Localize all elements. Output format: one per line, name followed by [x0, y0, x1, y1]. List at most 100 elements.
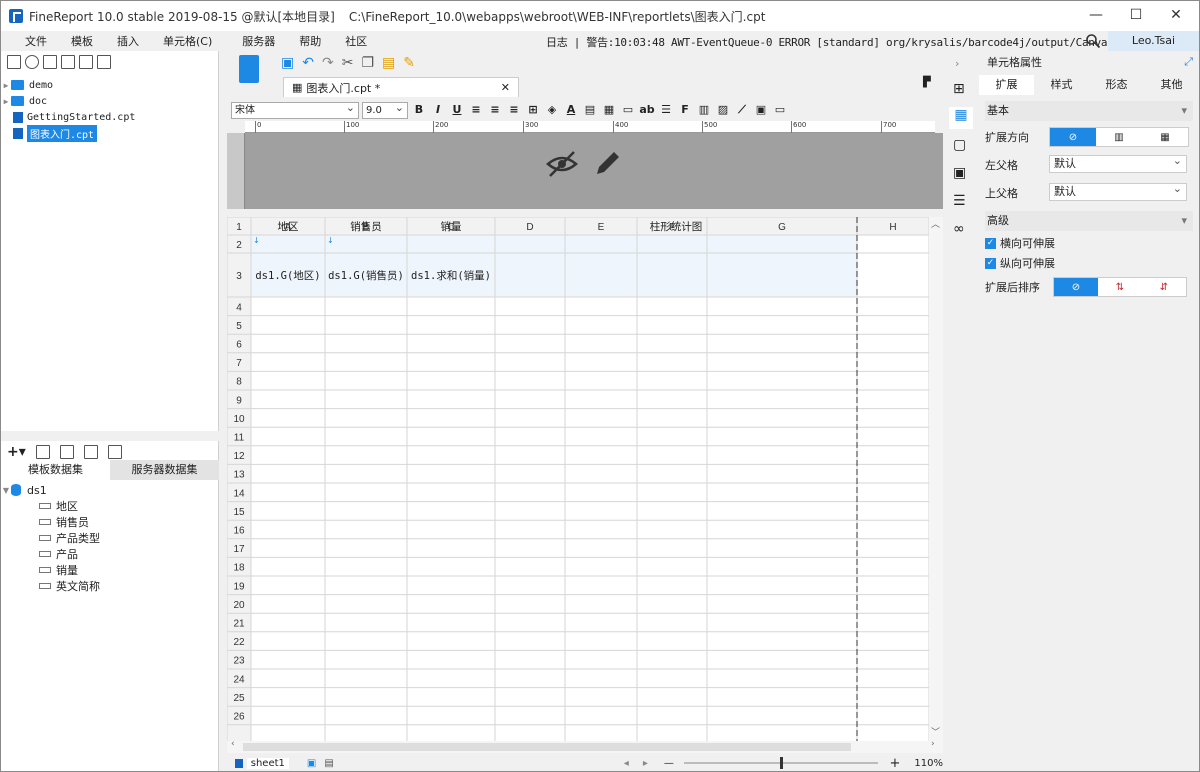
font-family-select[interactable]: 宋体	[231, 100, 359, 119]
more-insert-icon[interactable]: ▭	[772, 102, 788, 118]
copy-icon[interactable]: ❐	[361, 55, 374, 71]
row-header-12[interactable]: 12	[233, 451, 245, 462]
dataset-ds1[interactable]: ▼ ds1	[1, 482, 219, 498]
slash-icon[interactable]: ⟋	[734, 102, 750, 118]
sort-asc-icon[interactable]: ⇅	[1098, 278, 1142, 296]
column-header-D[interactable]: D	[526, 222, 533, 233]
cell-a1[interactable]: 地区	[278, 220, 299, 233]
collapse-arrow-icon[interactable]: ▼	[1, 486, 11, 495]
text-ab-icon[interactable]: ab	[639, 102, 655, 118]
menu-help[interactable]: 帮助	[287, 33, 333, 49]
edit-icon[interactable]	[35, 445, 50, 459]
row-header-14[interactable]: 14	[233, 488, 245, 499]
row-header-23[interactable]: 23	[233, 656, 245, 667]
row-header-15[interactable]: 15	[233, 507, 245, 518]
menu-server[interactable]: 服务器	[224, 33, 287, 49]
menu-community[interactable]: 社区	[333, 33, 379, 49]
tab-template-dataset[interactable]: 模板数据集	[1, 460, 110, 480]
row-header-10[interactable]: 10	[233, 414, 245, 425]
redo-icon[interactable]: ↷	[322, 55, 334, 71]
field-item[interactable]: 产品	[1, 546, 219, 562]
row-header-25[interactable]: 25	[233, 693, 245, 704]
add-poly-sheet-icon[interactable]: ▤	[324, 758, 333, 769]
expand-arrow-icon[interactable]: ▶	[1, 97, 11, 106]
cell-d1[interactable]: 柱形统计图	[650, 220, 703, 233]
insert-text-icon[interactable]: ▭	[620, 102, 636, 118]
horizontal-expand-icon[interactable]: ▦	[1142, 128, 1188, 146]
preview-icon[interactable]	[83, 445, 98, 459]
vertical-scrollbar[interactable]: ︿ ﹀	[929, 217, 943, 741]
scroll-left-icon[interactable]: ‹	[231, 739, 235, 749]
row-header-21[interactable]: 21	[233, 619, 245, 630]
row-header-6[interactable]: 6	[236, 340, 242, 351]
collapse-icon[interactable]	[97, 55, 111, 69]
tab-server-dataset[interactable]: 服务器数据集	[110, 460, 219, 480]
new-file-icon[interactable]	[7, 55, 21, 69]
field-item[interactable]: 销量	[1, 562, 219, 578]
row-header-22[interactable]: 22	[233, 637, 245, 648]
advanced-section[interactable]: 高级	[985, 211, 1193, 231]
hyperlink-icon[interactable]: ∞	[953, 221, 965, 237]
rich-text-icon[interactable]: ☰	[658, 102, 674, 118]
tab-form[interactable]: 形态	[1089, 75, 1144, 95]
scroll-thumb[interactable]	[243, 743, 851, 751]
row-header-16[interactable]: 16	[233, 526, 245, 537]
condition-attr-icon[interactable]: ☰	[953, 193, 966, 209]
column-header-H[interactable]: H	[889, 222, 896, 233]
no-expand-icon[interactable]: ⊘	[1050, 128, 1096, 146]
field-item[interactable]: 英文简称	[1, 578, 219, 594]
left-splitter[interactable]	[219, 51, 227, 771]
spreadsheet-grid[interactable]: A B C D E F G H 1 2 3 4 5 6 7 8 9 10 11 12 13 14 15 16 17 18 19 20 2…	[226, 216, 943, 744]
float-element-icon[interactable]: ▢	[953, 137, 966, 153]
format-painter-icon[interactable]: ✎	[403, 55, 415, 71]
log-message[interactable]: 日志 | 警告:10:03:48 AWT-EventQueue-0 ERROR …	[546, 34, 1164, 50]
row-header-24[interactable]: 24	[233, 674, 245, 685]
refresh-icon[interactable]	[25, 55, 39, 69]
cell-b2[interactable]: ds1.G(销售员)	[328, 269, 404, 282]
expand-arrow-icon[interactable]: ▶	[1, 81, 11, 90]
align-center-icon[interactable]: ≡	[487, 102, 503, 118]
server-dataset-icon[interactable]	[107, 445, 122, 459]
zoom-out-icon[interactable]: —	[664, 758, 674, 769]
search-icon[interactable]	[1085, 33, 1101, 49]
merge-cell-icon[interactable]: ▤	[582, 102, 598, 118]
zoom-slider[interactable]	[683, 757, 878, 769]
tab-style[interactable]: 样式	[1034, 75, 1089, 95]
unmerge-cell-icon[interactable]: ▦	[601, 102, 617, 118]
align-right-icon[interactable]: ≡	[506, 102, 522, 118]
template-icon[interactable]	[239, 55, 259, 83]
border-icon[interactable]: ⊞	[525, 102, 541, 118]
horizontal-extend-checkbox[interactable]: ✓	[985, 237, 996, 249]
column-header-G[interactable]: G	[778, 222, 786, 233]
user-name[interactable]: Leo.Tsai	[1108, 31, 1199, 51]
grid-svg[interactable]: A B C D E F G H12345678910111213141516171819202…	[226, 216, 930, 744]
row-header-19[interactable]: 19	[233, 581, 245, 592]
cell-b1[interactable]: 销售员	[350, 220, 382, 233]
row-header-11[interactable]: 11	[234, 433, 245, 444]
next-sheet-icon[interactable]: ▸	[643, 758, 648, 769]
edit-pencil-icon[interactable]	[593, 148, 623, 178]
locate-icon[interactable]	[61, 55, 75, 69]
menu-insert[interactable]: 插入	[105, 33, 151, 49]
row-header-1[interactable]: 1	[236, 222, 242, 233]
menu-template[interactable]: 模板	[59, 33, 105, 49]
tree-item-chart-intro[interactable]: 图表入门.cpt	[1, 124, 218, 142]
vertical-extend-row[interactable]: ✓ 纵向可伸展	[985, 255, 1193, 271]
menu-cell[interactable]: 单元格(C)	[151, 33, 224, 49]
row-header-20[interactable]: 20	[233, 600, 245, 611]
top-parent-select[interactable]: 默认	[1049, 181, 1187, 201]
cell-properties-icon[interactable]: ⊞	[953, 81, 965, 97]
tree-item-doc[interactable]: ▶ doc	[1, 93, 218, 109]
panel-splitter[interactable]	[1, 431, 219, 441]
paste-icon[interactable]: ▤	[382, 55, 395, 71]
horizontal-scrollbar[interactable]: ‹ ›	[227, 739, 943, 753]
row-header-3[interactable]: 3	[236, 271, 242, 282]
sheet-tab[interactable]: sheet1	[246, 757, 289, 769]
open-file-icon[interactable]	[43, 55, 57, 69]
tab-menu-icon[interactable]: ▛	[923, 77, 931, 88]
formula-icon[interactable]: F	[677, 102, 693, 118]
cell-c2[interactable]: ds1.求和(销量)	[411, 269, 491, 282]
zoom-handle[interactable]	[779, 757, 783, 769]
sub-report-icon[interactable]: ▣	[753, 102, 769, 118]
close-tab-icon[interactable]: ✕	[501, 81, 510, 94]
